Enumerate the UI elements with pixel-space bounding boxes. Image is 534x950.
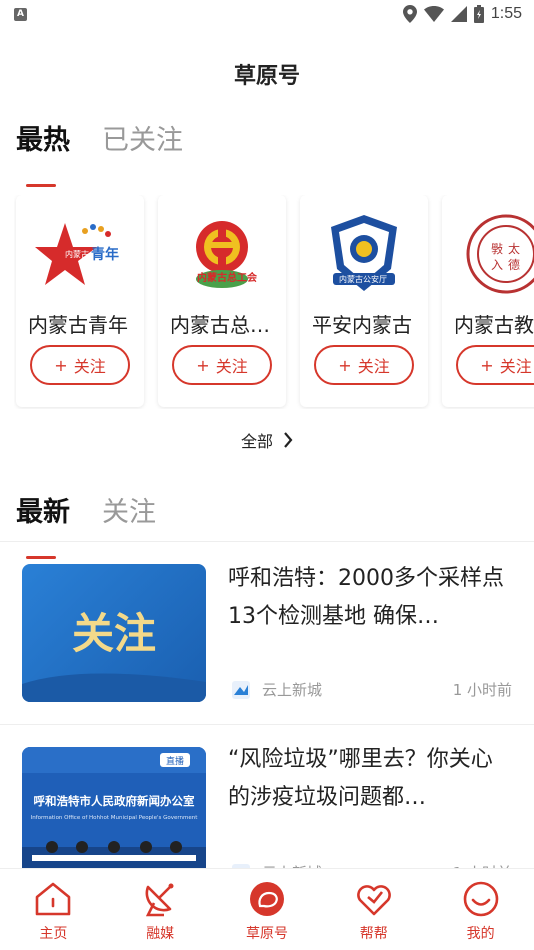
news-meta: 云上新城 1 小时前 — [232, 679, 512, 700]
account-name: 内蒙古青年 — [28, 313, 128, 337]
svg-text:斅: 斅 — [491, 242, 503, 256]
account-name: 内蒙古教 — [454, 313, 534, 337]
news-thumbnail-art: 直播 呼和浩特市人民政府新闻办公室 Information Office of … — [22, 747, 206, 885]
plus-icon: + — [196, 355, 210, 375]
bottom-nav: 主页 融媒 草原号 帮帮 我的 — [0, 868, 534, 950]
thumbnail-subtext: Information Office of Hohhot Municipal P… — [31, 815, 199, 821]
view-all-link[interactable]: 全部 — [0, 428, 534, 452]
tab-latest[interactable]: 最新 — [16, 490, 70, 559]
follow-button[interactable]: + 关注 — [314, 345, 414, 385]
education-logo-icon: 斅 太 入 德 — [466, 214, 534, 294]
account-card[interactable]: 内蒙古公安厅 平安内蒙古 + 关注 — [300, 195, 428, 407]
plus-icon: + — [338, 355, 352, 375]
tab-hottest[interactable]: 最热 — [16, 118, 70, 187]
nav-help[interactable]: 帮帮 — [320, 869, 427, 950]
nav-media[interactable]: 融媒 — [107, 869, 214, 950]
follow-button[interactable]: + 关注 — [456, 345, 534, 385]
police-logo-icon: 内蒙古公安厅 — [331, 215, 397, 291]
svg-text:太: 太 — [508, 241, 520, 256]
location-icon — [402, 5, 417, 23]
smiley-icon — [463, 881, 498, 917]
svg-text:内蒙古: 内蒙古 — [65, 249, 89, 259]
page-title: 草原号 — [233, 64, 300, 89]
status-bar: A 1:55 — [0, 0, 534, 28]
news-time: 1 小时前 — [452, 681, 512, 699]
feed-tabs: 最新 关注 — [16, 490, 156, 559]
home-icon — [36, 882, 71, 916]
news-item[interactable]: 直播 呼和浩特市人民政府新闻办公室 Information Office of … — [0, 725, 534, 885]
svg-text:内蒙古公安厅: 内蒙古公安厅 — [339, 274, 387, 284]
follow-button[interactable]: + 关注 — [30, 345, 130, 385]
account-carousel[interactable]: 青年 内蒙古 内蒙古青年 +关注 内蒙古总工会 内蒙古总工会 +关注 内蒙古公安… — [14, 195, 534, 409]
nav-grassland[interactable]: 草原号 — [214, 869, 321, 950]
nav-label: 草原号 — [245, 926, 288, 942]
nav-label: 我的 — [466, 926, 495, 942]
source-logo-icon — [232, 680, 250, 699]
battery-icon — [473, 5, 484, 23]
svg-text:青年: 青年 — [91, 246, 119, 263]
svg-text:入: 入 — [491, 258, 503, 272]
chat-bubble-icon — [249, 882, 284, 916]
tab-followed[interactable]: 已关注 — [102, 118, 183, 157]
account-card[interactable]: 青年 内蒙古 内蒙古青年 + 关注 — [16, 195, 144, 407]
view-all-label: 全部 — [240, 432, 273, 451]
tab-following[interactable]: 关注 — [102, 490, 156, 529]
nav-label: 融媒 — [146, 926, 175, 942]
status-time: 1:55 — [490, 5, 522, 22]
nav-label: 帮帮 — [359, 926, 388, 942]
hot-tabs: 最热 已关注 — [16, 118, 183, 187]
svg-text:内蒙古总工会: 内蒙古总工会 — [197, 271, 257, 284]
youth-logo-icon: 青年 内蒙古 — [35, 223, 119, 285]
wifi-icon — [423, 6, 444, 22]
plus-icon: + — [54, 355, 68, 375]
live-badge: 直播 — [166, 755, 184, 767]
account-name: 平安内蒙古 — [312, 313, 412, 337]
nav-label: 主页 — [39, 926, 68, 942]
follow-button[interactable]: + 关注 — [172, 345, 272, 385]
news-item[interactable]: 关注 呼和浩特：2000多个采样点 13个检测基地 确保… 云上新城 1 小时前 — [0, 542, 534, 724]
notification-icon: A — [14, 7, 27, 21]
news-title: “风险垃圾”哪里去？你关心的涉疫垃圾问题都… — [228, 747, 493, 810]
nav-mine[interactable]: 我的 — [427, 869, 534, 950]
chevron-right-icon — [284, 432, 293, 448]
satellite-dish-icon — [145, 883, 174, 917]
news-thumbnail: 关注 — [22, 564, 206, 702]
news-thumbnail-art: 关注 — [22, 609, 206, 702]
thumbnail-text: 关注 — [72, 609, 156, 658]
nav-home[interactable]: 主页 — [0, 869, 107, 950]
news-source: 云上新城 — [262, 681, 323, 699]
heart-icon — [356, 885, 391, 916]
plus-icon: + — [480, 355, 494, 375]
signal-icon — [450, 6, 467, 22]
svg-text:德: 德 — [508, 257, 520, 272]
thumbnail-text: 呼和浩特市人民政府新闻办公室 — [34, 794, 195, 808]
news-title: 呼和浩特：2000多个采样点 13个检测基地 确保… — [228, 566, 504, 629]
union-logo-icon: 内蒙古总工会 — [196, 221, 257, 288]
account-name: 内蒙古总工会 — [170, 313, 276, 337]
account-card[interactable]: 内蒙古总工会 内蒙古总工会 +关注 — [158, 195, 286, 407]
news-thumbnail: 直播 呼和浩特市人民政府新闻办公室 Information Office of … — [22, 747, 206, 885]
account-card[interactable]: 斅 太 入 德 内蒙古教 + 关注 — [442, 195, 534, 407]
